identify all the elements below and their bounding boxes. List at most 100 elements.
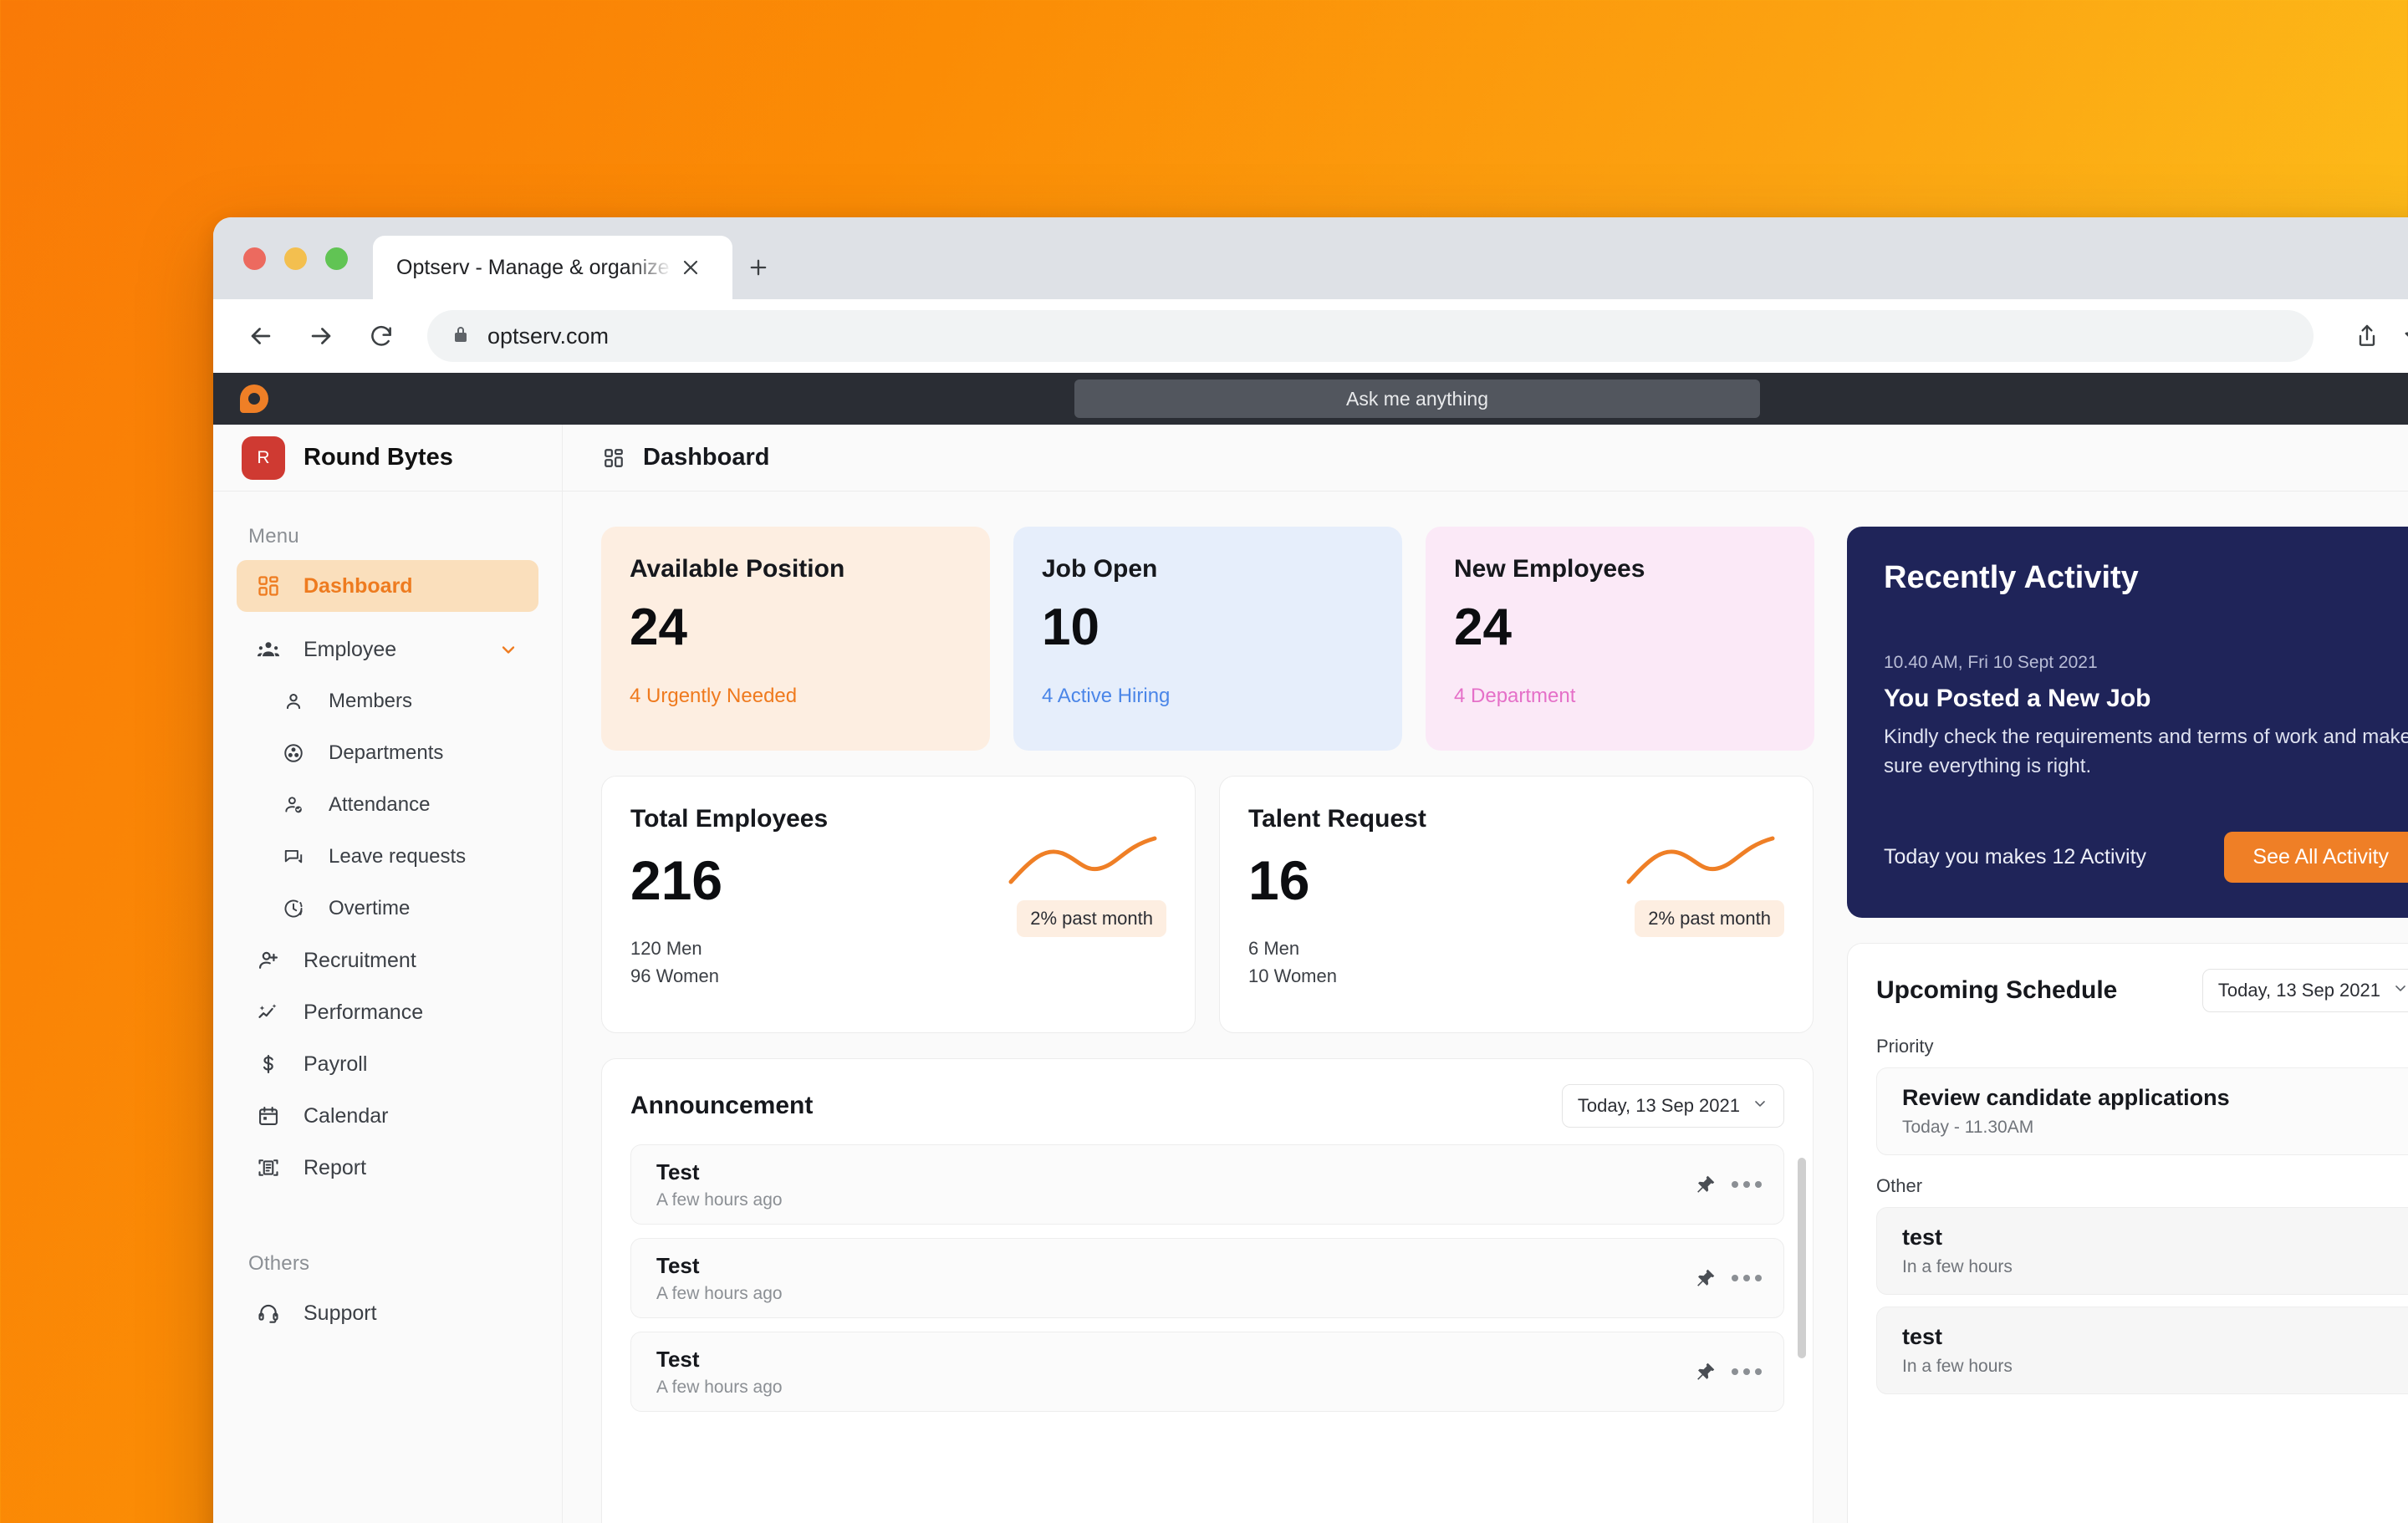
announcement-time: A few hours ago [656, 1189, 783, 1210]
close-window-button[interactable] [243, 247, 266, 270]
sparkline-chart [1008, 836, 1157, 884]
more-options-icon[interactable] [1732, 1368, 1762, 1375]
grid-icon [601, 446, 626, 471]
stat-card-subtitle: 4 Department [1454, 685, 1576, 708]
app-root: Ask me anything R Round Bytes Menu Dashb… [213, 373, 2408, 1523]
pin-icon[interactable] [1695, 1267, 1717, 1289]
list-item[interactable]: test In a few hours [1876, 1207, 2408, 1295]
announcement-title: Announcement [630, 1092, 814, 1119]
sidebar-item-calendar[interactable]: Calendar [237, 1090, 538, 1142]
stat-card-title: Available Position [630, 555, 845, 583]
sidebar-item-employee[interactable]: Employee [237, 624, 538, 675]
list-item[interactable]: Review candidate applications Today - 11… [1876, 1067, 2408, 1155]
forward-icon[interactable] [302, 317, 340, 355]
chevron-down-icon [2392, 980, 2408, 1001]
sidebar-item-label: Attendance [329, 793, 431, 816]
sidebar-item-attendance[interactable]: Attendance [262, 779, 538, 831]
lock-icon [451, 324, 471, 349]
minimize-window-button[interactable] [284, 247, 307, 270]
announcement-name: Test [656, 1159, 700, 1184]
departments-icon [280, 740, 307, 767]
sidebar-item-label: Support [304, 1301, 377, 1325]
sidebar-item-support[interactable]: Support [237, 1287, 538, 1339]
announcement-name: Test [656, 1252, 700, 1278]
list-item[interactable]: Test A few hours ago [630, 1238, 1784, 1318]
organization-name: Round Bytes [304, 444, 453, 471]
upcoming-schedule-panel: Upcoming Schedule Today, 13 Sep 2021 Pri… [1847, 943, 2408, 1523]
ask-me-anything-input[interactable]: Ask me anything [1074, 379, 1760, 418]
stat-card-job-open[interactable]: Job Open 10 4 Active Hiring [1013, 527, 1402, 751]
stat-card-available-position[interactable]: Available Position 24 4 Urgently Needed [601, 527, 990, 751]
share-icon[interactable] [2354, 323, 2380, 349]
see-all-activity-button[interactable]: See All Activity [2224, 832, 2408, 883]
calendar-icon [255, 1103, 282, 1129]
stat-card-new-employees[interactable]: New Employees 24 4 Department [1426, 527, 1814, 751]
card-women-count: 10 Women [1248, 965, 1337, 987]
schedule-group-other-label: Other [1876, 1175, 1923, 1196]
schedule-item-time: Today - 11.30AM [1902, 1118, 2034, 1137]
sidebar-item-recruitment[interactable]: Recruitment [237, 935, 538, 986]
new-tab-button[interactable] [732, 236, 784, 299]
stat-card-subtitle: 4 Active Hiring [1042, 685, 1171, 708]
bookmark-star-icon[interactable] [2402, 323, 2408, 349]
card-title: Talent Request [1248, 805, 1426, 833]
card-title: Total Employees [630, 805, 829, 833]
sidebar-item-members[interactable]: Members [262, 675, 538, 727]
schedule-date-filter[interactable]: Today, 13 Sep 2021 [2201, 969, 2408, 1012]
sidebar-item-label: Employee [304, 637, 397, 661]
sidebar-item-report[interactable]: Report [237, 1142, 538, 1194]
organization-avatar: R [242, 436, 285, 480]
address-bar[interactable]: optserv.com [427, 310, 2314, 362]
more-options-icon[interactable] [1732, 1275, 1762, 1281]
sidebar: R Round Bytes Menu Dashboard Employee Me… [213, 425, 563, 1523]
sidebar-item-performance[interactable]: Performance [237, 986, 538, 1038]
announcement-date-filter[interactable]: Today, 13 Sep 2021 [1561, 1084, 1784, 1128]
sidebar-item-payroll[interactable]: Payroll [237, 1038, 538, 1090]
sidebar-item-dashboard[interactable]: Dashboard [237, 560, 538, 612]
list-item[interactable]: test In a few hours [1876, 1307, 2408, 1394]
recent-activity-panel: Recently Activity 10.40 AM, Fri 10 Sept … [1847, 527, 2408, 918]
schedule-item-name: test [1902, 1225, 1943, 1250]
headset-icon [255, 1300, 282, 1327]
card-talent-request[interactable]: Talent Request 16 6 Men 10 Women 2% past… [1219, 776, 1814, 1033]
pin-icon[interactable] [1695, 1361, 1717, 1383]
sidebar-item-label: Members [329, 690, 413, 712]
sidebar-item-label: Payroll [304, 1052, 368, 1076]
chevron-down-icon[interactable] [497, 638, 520, 661]
more-options-icon[interactable] [1732, 1181, 1762, 1188]
sidebar-item-overtime[interactable]: Overtime [262, 883, 538, 935]
organization-switcher[interactable]: R Round Bytes [213, 425, 562, 492]
announcement-scrollbar[interactable] [1798, 1158, 1806, 1358]
maximize-window-button[interactable] [325, 247, 348, 270]
sidebar-item-label: Dashboard [304, 573, 413, 598]
dashboard-left-column: Available Position 24 4 Urgently Needed … [601, 527, 1814, 1523]
card-women-count: 96 Women [630, 965, 719, 987]
recent-activity-count: Today you makes 12 Activity [1884, 845, 2147, 868]
card-men-count: 6 Men [1248, 938, 1300, 960]
card-men-count: 120 Men [630, 938, 702, 960]
trend-badge: 2% past month [1635, 900, 1784, 937]
sidebar-item-departments[interactable]: Departments [262, 727, 538, 779]
browser-tab[interactable]: Optserv - Manage & organize remote [373, 236, 732, 299]
chat-icon [280, 843, 307, 870]
browser-toolbar: optserv.com [213, 299, 2408, 373]
sidebar-section-menu: Menu [248, 525, 299, 548]
recent-activity-title: Recently Activity [1884, 560, 2139, 595]
sidebar-item-leave-requests[interactable]: Leave requests [262, 831, 538, 883]
schedule-date-filter-label: Today, 13 Sep 2021 [2217, 980, 2380, 1001]
close-tab-icon[interactable] [672, 249, 709, 286]
announcement-time: A few hours ago [656, 1377, 783, 1397]
browser-window: Optserv - Manage & organize remote optse… [213, 217, 2408, 1523]
schedule-list: Priority Review candidate applications T… [1848, 1012, 2408, 1406]
list-item[interactable]: Test A few hours ago [630, 1144, 1784, 1225]
recent-activity-headline: You Posted a New Job [1884, 685, 2151, 712]
card-total-employees[interactable]: Total Employees 216 120 Men 96 Women 2% … [601, 776, 1196, 1033]
person-icon [280, 688, 307, 715]
list-item[interactable]: Test A few hours ago [630, 1332, 1784, 1412]
reload-icon[interactable] [362, 317, 400, 355]
back-icon[interactable] [242, 317, 280, 355]
sidebar-item-label: Performance [304, 1000, 424, 1024]
pin-icon[interactable] [1695, 1174, 1717, 1195]
stat-card-value: 24 [1454, 599, 1512, 656]
sidebar-item-label: Calendar [304, 1103, 389, 1128]
